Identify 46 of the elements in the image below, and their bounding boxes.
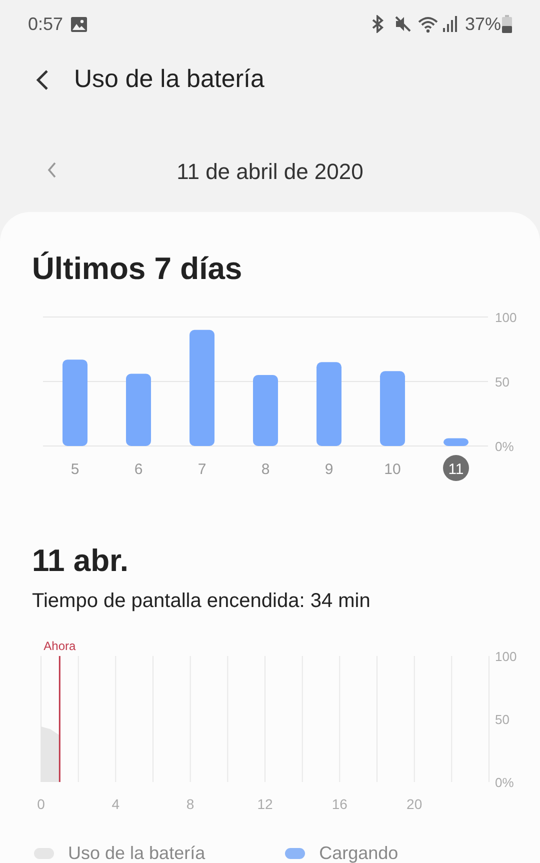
day-label[interactable]: 7: [198, 461, 206, 478]
axis-label: 0: [37, 796, 45, 812]
axis-label: 8: [186, 796, 194, 812]
battery-icon: [502, 15, 512, 33]
day-label[interactable]: 8: [261, 461, 270, 478]
bar[interactable]: [253, 375, 278, 446]
axis-label: 16: [332, 796, 348, 812]
screen-time-text: Tiempo de pantalla encendida: 34 min: [32, 589, 370, 614]
legend-swatch: [285, 848, 306, 858]
back-icon: [35, 69, 49, 91]
axis-label: 50: [495, 374, 510, 390]
day-label[interactable]: 6: [134, 461, 143, 478]
axis-label: 50: [495, 712, 510, 727]
axis-label: 100: [495, 649, 517, 664]
day-title: 11 abr.: [32, 542, 129, 580]
axis-label: 20: [406, 796, 422, 812]
legend-label: Cargando: [319, 842, 398, 863]
date-label: 11 de abril de 2020: [176, 158, 364, 186]
bar[interactable]: [380, 371, 405, 446]
bar[interactable]: [62, 360, 88, 446]
axis-label: 12: [257, 796, 273, 812]
section-title: Últimos 7 días: [32, 250, 242, 288]
battery-percentage: 37%: [464, 12, 501, 36]
day-label[interactable]: 10: [384, 461, 401, 478]
x-tick-label: 11: [448, 461, 464, 478]
bluetooth-icon: [370, 15, 385, 33]
bar[interactable]: [126, 374, 151, 446]
legend-label: Uso de la batería: [68, 842, 206, 863]
image-icon: [71, 16, 88, 32]
bar[interactable]: [190, 330, 214, 446]
chevron-left-icon: [47, 161, 57, 179]
bar[interactable]: [444, 438, 468, 446]
status-time: 0:57: [28, 12, 64, 36]
axis-label: 100: [495, 310, 517, 325]
bar[interactable]: [316, 362, 342, 446]
axis-label: 0%: [495, 775, 514, 790]
wifi-icon: [418, 16, 438, 32]
day-label[interactable]: 5: [70, 461, 80, 478]
current-time-label: Ahora: [44, 639, 76, 653]
page-title: Uso de la batería: [74, 64, 264, 96]
axis-label: 4: [112, 796, 120, 812]
signal-icon: [442, 16, 457, 32]
selected-day-badge[interactable]: 11: [443, 455, 469, 481]
axis-label: 0%: [495, 439, 514, 454]
day-label[interactable]: 9: [324, 461, 334, 478]
mute-icon: [394, 15, 412, 33]
